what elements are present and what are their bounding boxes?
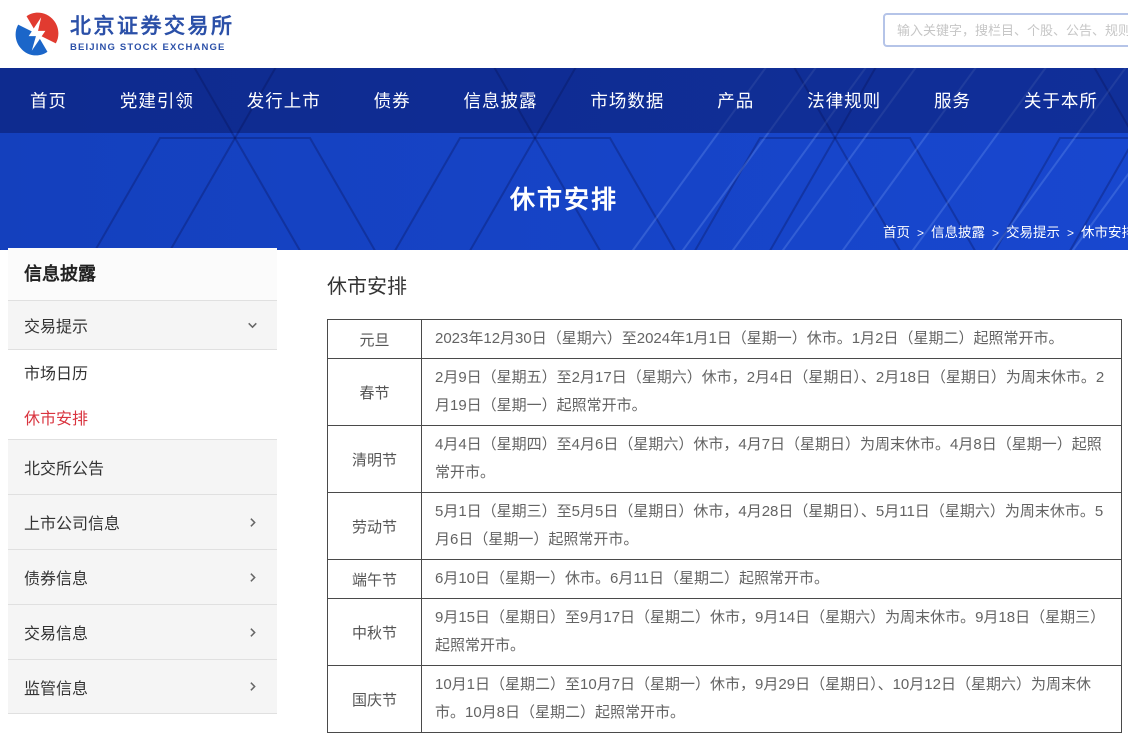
sidebar-item-5[interactable]: 债券信息 xyxy=(8,549,277,604)
sidebar-item-3[interactable]: 北交所公告 xyxy=(8,439,277,494)
breadcrumb-link-1[interactable]: 信息披露 xyxy=(931,225,985,240)
breadcrumb-separator: > xyxy=(1067,226,1074,240)
breadcrumb-separator: > xyxy=(992,226,999,240)
breadcrumb-link-3[interactable]: 休市安排 xyxy=(1081,225,1128,240)
nav-item-8[interactable]: 服务 xyxy=(934,88,971,113)
sidebar-item-label: 监管信息 xyxy=(24,675,88,699)
sidebar-item-7[interactable]: 监管信息 xyxy=(8,659,277,714)
breadcrumb-separator: > xyxy=(917,226,924,240)
search-input[interactable] xyxy=(883,13,1128,47)
holiday-row-1: 春节2月9日（星期五）至2月17日（星期六）休市，2月4日（星期日）、2月18日… xyxy=(328,359,1122,426)
holiday-name: 端午节 xyxy=(328,560,422,599)
holiday-row-4: 端午节6月10日（星期一）休市。6月11日（星期二）起照常开市。 xyxy=(328,560,1122,599)
chevron-right-icon xyxy=(246,680,259,693)
holiday-name: 春节 xyxy=(328,359,422,426)
holiday-row-5: 中秋节9月15日（星期日）至9月17日（星期二）休市，9月14日（星期六）为周末… xyxy=(328,599,1122,666)
sidebar: 信息披露 交易提示市场日历休市安排北交所公告上市公司信息债券信息交易信息监管信息 xyxy=(8,248,277,714)
main-content: 休市安排 元旦2023年12月30日（星期六）至2024年1月1日（星期一）休市… xyxy=(277,250,1128,733)
sidebar-item-label: 交易提示 xyxy=(24,313,88,337)
holiday-name: 元旦 xyxy=(328,320,422,359)
nav-item-5[interactable]: 市场数据 xyxy=(590,88,664,113)
sidebar-item-2[interactable]: 休市安排 xyxy=(8,394,277,439)
nav-item-4[interactable]: 信息披露 xyxy=(464,88,538,113)
nav-item-2[interactable]: 发行上市 xyxy=(247,88,321,113)
holiday-name: 中秋节 xyxy=(328,599,422,666)
breadcrumb-link-2[interactable]: 交易提示 xyxy=(1006,225,1060,240)
breadcrumb-link-0[interactable]: 首页 xyxy=(883,225,910,240)
sidebar-item-0[interactable]: 交易提示 xyxy=(8,300,277,349)
holiday-name: 国庆节 xyxy=(328,666,422,733)
hero-banner: 首页党建引领发行上市债券信息披露市场数据产品法律规则服务关于本所 休市安排 首页… xyxy=(0,68,1128,250)
sidebar-item-label: 上市公司信息 xyxy=(24,510,120,534)
site-header: 北京证券交易所 BEIJING STOCK EXCHANGE xyxy=(0,0,1128,68)
banner-title: 休市安排 xyxy=(0,180,1128,216)
nav-item-6[interactable]: 产品 xyxy=(717,88,754,113)
holiday-detail: 5月1日（星期三）至5月5日（星期日）休市，4月28日（星期日）、5月11日（星… xyxy=(422,493,1122,560)
sidebar-items: 交易提示市场日历休市安排北交所公告上市公司信息债券信息交易信息监管信息 xyxy=(8,300,277,714)
logo[interactable]: 北京证券交易所 BEIJING STOCK EXCHANGE xyxy=(14,11,235,57)
sidebar-item-label: 北交所公告 xyxy=(24,455,104,479)
holiday-detail: 2023年12月30日（星期六）至2024年1月1日（星期一）休市。1月2日（星… xyxy=(422,320,1122,359)
logo-title: 北京证券交易所 xyxy=(70,15,235,39)
sidebar-item-1[interactable]: 市场日历 xyxy=(8,349,277,394)
sidebar-title: 信息披露 xyxy=(8,248,277,300)
logo-text: 北京证券交易所 BEIJING STOCK EXCHANGE xyxy=(70,15,235,52)
sidebar-item-label: 债券信息 xyxy=(24,565,88,589)
nav-item-0[interactable]: 首页 xyxy=(30,88,67,113)
chevron-right-icon xyxy=(246,516,259,529)
holiday-detail: 4月4日（星期四）至4月6日（星期六）休市，4月7日（星期日）为周末休市。4月8… xyxy=(422,426,1122,493)
main-nav: 首页 党建引领 发行上市 债券 信息披露 市场数据 产品 法律规则 服务 关于本所 xyxy=(0,68,1128,133)
holiday-row-3: 劳动节5月1日（星期三）至5月5日（星期日）休市，4月28日（星期日）、5月11… xyxy=(328,493,1122,560)
nav-item-9[interactable]: 关于本所 xyxy=(1024,88,1098,113)
sidebar-item-label: 交易信息 xyxy=(24,620,88,644)
logo-subtitle: BEIJING STOCK EXCHANGE xyxy=(70,42,235,53)
holiday-row-2: 清明节4月4日（星期四）至4月6日（星期六）休市，4月7日（星期日）为周末休市。… xyxy=(328,426,1122,493)
holiday-detail: 10月1日（星期二）至10月7日（星期一）休市，9月29日（星期日）、10月12… xyxy=(422,666,1122,733)
bse-logo-icon xyxy=(14,11,60,57)
chevron-down-icon xyxy=(246,319,259,332)
holiday-detail: 6月10日（星期一）休市。6月11日（星期二）起照常开市。 xyxy=(422,560,1122,599)
holiday-detail: 2月9日（星期五）至2月17日（星期六）休市，2月4日（星期日）、2月18日（星… xyxy=(422,359,1122,426)
chevron-right-icon xyxy=(246,571,259,584)
holiday-name: 劳动节 xyxy=(328,493,422,560)
nav-item-1[interactable]: 党建引领 xyxy=(120,88,194,113)
breadcrumb: 首页 > 信息披露 > 交易提示 > 休市安排 xyxy=(883,221,1128,241)
nav-item-7[interactable]: 法律规则 xyxy=(807,88,881,113)
page-title: 休市安排 xyxy=(327,270,1128,299)
holiday-row-6: 国庆节10月1日（星期二）至10月7日（星期一）休市，9月29日（星期日）、10… xyxy=(328,666,1122,733)
holiday-table: 元旦2023年12月30日（星期六）至2024年1月1日（星期一）休市。1月2日… xyxy=(327,319,1122,733)
nav-item-3[interactable]: 债券 xyxy=(374,88,411,113)
holiday-detail: 9月15日（星期日）至9月17日（星期二）休市，9月14日（星期六）为周末休市。… xyxy=(422,599,1122,666)
sidebar-item-6[interactable]: 交易信息 xyxy=(8,604,277,659)
sidebar-item-label: 市场日历 xyxy=(24,360,88,384)
holiday-row-0: 元旦2023年12月30日（星期六）至2024年1月1日（星期一）休市。1月2日… xyxy=(328,320,1122,359)
sidebar-item-label: 休市安排 xyxy=(24,405,88,429)
chevron-right-icon xyxy=(246,626,259,639)
holiday-name: 清明节 xyxy=(328,426,422,493)
content-area: 信息披露 交易提示市场日历休市安排北交所公告上市公司信息债券信息交易信息监管信息… xyxy=(0,250,1128,733)
sidebar-item-4[interactable]: 上市公司信息 xyxy=(8,494,277,549)
